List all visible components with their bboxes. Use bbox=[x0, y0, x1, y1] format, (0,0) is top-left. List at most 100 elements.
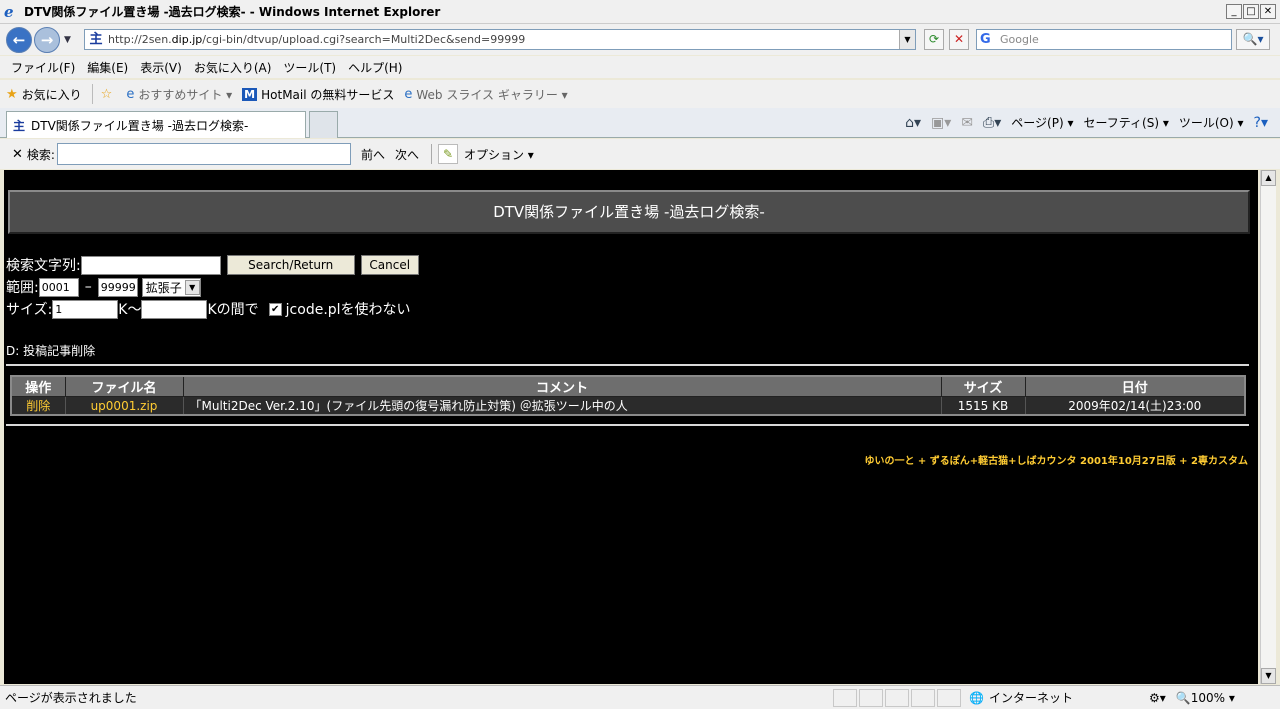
range-from-input[interactable]: 0001 bbox=[38, 277, 79, 297]
forward-button[interactable]: → bbox=[34, 27, 60, 53]
help-icon[interactable]: ?▾ bbox=[1254, 115, 1268, 131]
size-to-input[interactable] bbox=[141, 299, 208, 319]
close-find-icon[interactable]: ✕ bbox=[12, 147, 23, 162]
status-cell bbox=[833, 688, 857, 707]
find-input[interactable] bbox=[56, 143, 351, 165]
add-favorite-icon: ☆ bbox=[100, 86, 113, 102]
new-tab-button[interactable] bbox=[309, 111, 338, 138]
stop-icon[interactable]: ✕ bbox=[949, 29, 969, 50]
browser-window: e DTV関係ファイル置き場 -過去ログ検索- - Windows Intern… bbox=[0, 0, 1280, 709]
find-options-button[interactable]: ✎ オプション ▾ bbox=[437, 144, 534, 164]
column-header-comment: コメント bbox=[182, 375, 942, 397]
jcode-checkbox[interactable]: ✔ bbox=[268, 302, 282, 316]
file-link[interactable]: up0001.zip bbox=[64, 396, 184, 416]
range-label: 範囲: bbox=[6, 280, 39, 296]
address-dropdown-icon[interactable]: ▼ bbox=[899, 30, 915, 49]
jcode-label: jcode.plを使わない bbox=[285, 302, 411, 318]
search-button[interactable]: 🔍▾ bbox=[1236, 29, 1270, 50]
fav-item-hotmail[interactable]: M HotMail の無料サービス bbox=[242, 86, 394, 103]
cancel-button[interactable]: Cancel bbox=[360, 255, 419, 275]
cmd-safety[interactable]: セーフティ(S) ▾ bbox=[1083, 114, 1168, 131]
search-return-button[interactable]: Search/Return bbox=[226, 255, 355, 275]
favorites-button[interactable]: ★ お気に入り bbox=[6, 86, 82, 103]
credit-link[interactable]: ゆいの一と + ずるぽん+軽古猫+しばカウンタ 2001年10月27日版 + 2… bbox=[864, 452, 1248, 467]
status-bar: ページが表示されました 🌐 インターネット ⚙▾ 🔍100% ▾ bbox=[0, 685, 1280, 709]
back-button[interactable]: ← bbox=[6, 27, 32, 53]
site-favicon-icon: 主 bbox=[13, 118, 26, 133]
column-header-date: 日付 bbox=[1024, 375, 1246, 397]
feeds-icon[interactable]: ▣▾ bbox=[931, 115, 951, 131]
ie-logo-icon: e bbox=[4, 2, 14, 21]
zoom-level[interactable]: 🔍100% ▾ bbox=[1176, 691, 1235, 705]
range-to-input[interactable]: 99999 bbox=[97, 277, 138, 297]
find-label: 検索: bbox=[26, 147, 55, 162]
favorites-separator bbox=[91, 84, 93, 104]
globe-icon: 🌐 bbox=[969, 690, 984, 705]
tab-current[interactable]: 主 DTV関係ファイル置き場 -過去ログ検索- bbox=[6, 111, 306, 138]
search-text-input[interactable] bbox=[80, 255, 221, 275]
status-cell bbox=[885, 688, 909, 707]
size-label: サイズ: bbox=[6, 302, 53, 318]
window-controls: _ □ ✕ bbox=[1226, 4, 1276, 19]
command-bar: ⌂▾ ▣▾ ✉ ⎙▾ ページ(P) ▾ セーフティ(S) ▾ ツール(O) ▾ … bbox=[905, 114, 1268, 131]
find-next-button[interactable]: 次へ bbox=[395, 146, 419, 163]
range-row: 範囲: 0001 – 99999 拡張子 ▼ bbox=[6, 276, 419, 298]
scroll-up-icon[interactable]: ▲ bbox=[1261, 170, 1276, 186]
address-row: ← → ▼ 主 http://2sen.dip.jp/cgi-bin/dtvup… bbox=[0, 24, 1280, 55]
scroll-down-icon[interactable]: ▼ bbox=[1261, 668, 1276, 684]
extension-select[interactable]: 拡張子 ▼ bbox=[141, 277, 201, 297]
search-row: 検索文字列: Search/Return Cancel bbox=[6, 254, 419, 276]
table-row: 削除 up0001.zip 「Multi2Dec Ver.2.10」(ファイル先… bbox=[10, 396, 1246, 416]
page-banner: DTV関係ファイル置き場 -過去ログ検索- bbox=[8, 190, 1250, 234]
history-dropdown-icon[interactable]: ▼ bbox=[64, 35, 71, 45]
mail-icon[interactable]: ✉ bbox=[961, 115, 973, 131]
size-row: サイズ: 1 K～ Kの間で ✔ jcode.plを使わない bbox=[6, 298, 419, 320]
fav-item-suggested-sites[interactable]: e おすすめサイト ▾ bbox=[126, 86, 232, 103]
print-icon[interactable]: ⎙▾ bbox=[983, 115, 1001, 131]
chevron-down-icon: ▼ bbox=[184, 279, 200, 295]
size-mid-label: K～ bbox=[118, 302, 142, 318]
range-separator: – bbox=[84, 279, 92, 295]
search-box[interactable]: G Google bbox=[976, 29, 1232, 50]
vertical-scrollbar[interactable]: ▲ ▼ bbox=[1260, 170, 1276, 684]
delete-link[interactable]: 削除 bbox=[10, 396, 66, 416]
cmd-page[interactable]: ページ(P) ▾ bbox=[1011, 114, 1073, 131]
status-cell bbox=[859, 688, 883, 707]
divider-bottom bbox=[6, 424, 1249, 426]
title-bar: e DTV関係ファイル置き場 -過去ログ検索- - Windows Intern… bbox=[0, 0, 1280, 24]
column-header-op: 操作 bbox=[10, 375, 66, 397]
fav-item-web-slice-gallery[interactable]: e Web スライス ギャラリー ▾ bbox=[404, 86, 567, 103]
security-zone[interactable]: 🌐 インターネット bbox=[969, 689, 1139, 706]
menu-edit[interactable]: 編集(E) bbox=[81, 59, 134, 76]
menu-favorites[interactable]: お気に入り(A) bbox=[188, 59, 278, 76]
column-header-size: サイズ bbox=[940, 375, 1026, 397]
cmd-tools[interactable]: ツール(O) ▾ bbox=[1179, 114, 1244, 131]
close-button[interactable]: ✕ bbox=[1260, 4, 1276, 19]
size-from-input[interactable]: 1 bbox=[52, 299, 119, 319]
protected-mode-icon[interactable]: ⚙▾ bbox=[1149, 691, 1166, 705]
menu-tools[interactable]: ツール(T) bbox=[277, 59, 342, 76]
menu-view[interactable]: 表示(V) bbox=[134, 59, 188, 76]
favorites-bar: ★ お気に入り ☆ e おすすめサイト ▾ M HotMail の無料サービス … bbox=[0, 80, 1280, 108]
status-cell bbox=[911, 688, 935, 707]
add-favorites-button[interactable]: ☆ bbox=[101, 87, 117, 102]
web-slice-icon: e bbox=[404, 86, 413, 102]
size-end-label: Kの間で bbox=[207, 302, 259, 318]
page-content: DTV関係ファイル置き場 -過去ログ検索- 検索文字列: Search/Retu… bbox=[4, 170, 1258, 684]
find-bar: ✕ 検索: 前へ 次へ ✎ オプション ▾ bbox=[0, 139, 1280, 169]
refresh-icon[interactable]: ⟳ bbox=[924, 29, 944, 50]
comment-cell: 「Multi2Dec Ver.2.10」(ファイル先頭の復号漏れ防止対策) ＠拡… bbox=[182, 396, 942, 416]
find-prev-button[interactable]: 前へ bbox=[361, 146, 385, 163]
maximize-button[interactable]: □ bbox=[1243, 4, 1259, 19]
size-cell: 1515 KB bbox=[940, 396, 1026, 416]
highlight-pen-icon[interactable]: ✎ bbox=[437, 144, 458, 164]
hotmail-icon: M bbox=[242, 87, 258, 101]
status-message: ページが表示されました bbox=[5, 691, 137, 705]
menu-help[interactable]: ヘルプ(H) bbox=[342, 59, 408, 76]
window-title: DTV関係ファイル置き場 -過去ログ検索- - Windows Internet… bbox=[24, 5, 441, 19]
menu-file[interactable]: ファイル(F) bbox=[5, 59, 81, 76]
star-icon: ★ bbox=[6, 86, 18, 102]
home-icon[interactable]: ⌂▾ bbox=[905, 115, 921, 131]
address-bar[interactable]: 主 http://2sen.dip.jp/cgi-bin/dtvup/uploa… bbox=[84, 29, 916, 50]
minimize-button[interactable]: _ bbox=[1226, 4, 1242, 19]
